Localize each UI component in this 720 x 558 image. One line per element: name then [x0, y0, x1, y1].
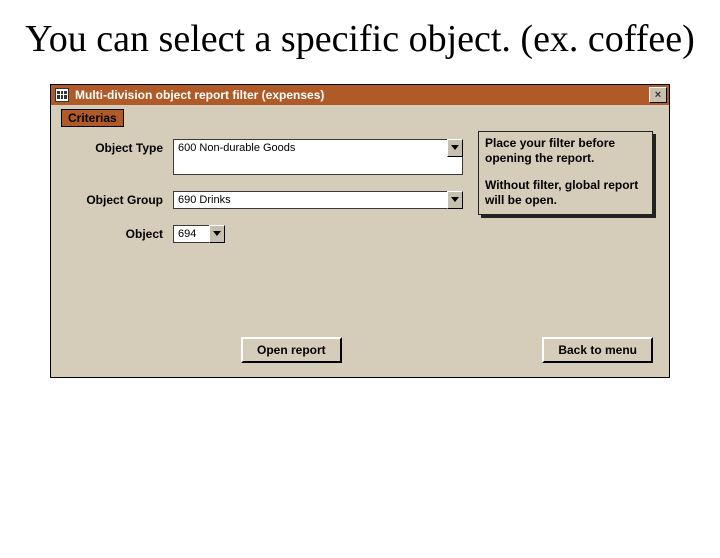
criterias-section-label: Criterias: [61, 109, 124, 127]
object-group-combo[interactable]: 690 Drinks: [173, 191, 463, 209]
object-group-dropdown-arrow[interactable]: [447, 191, 463, 209]
object-type-dropdown-arrow[interactable]: [447, 139, 463, 157]
object-label: Object: [61, 225, 173, 241]
object-group-label: Object Group: [61, 191, 173, 207]
close-button[interactable]: ×: [649, 87, 667, 103]
open-report-button[interactable]: Open report: [241, 337, 342, 363]
dialog-body: Criterias Object Type 600 Non-durable Go…: [51, 105, 669, 377]
back-to-menu-button[interactable]: Back to menu: [542, 337, 653, 363]
object-dropdown-arrow[interactable]: [209, 225, 225, 243]
dialog-window: Multi-division object report filter (exp…: [50, 84, 670, 378]
object-type-value: 600 Non-durable Goods: [178, 142, 295, 154]
chevron-down-icon: [213, 231, 221, 236]
slide-title: You can select a specific object. (ex. c…: [20, 18, 700, 62]
window-title: Multi-division object report filter (exp…: [75, 88, 324, 102]
info-line-2: Without filter, global report will be op…: [485, 178, 646, 208]
chevron-down-icon: [451, 145, 459, 150]
window-sys-icon: [55, 88, 69, 102]
close-icon: ×: [655, 89, 661, 101]
object-type-combo[interactable]: 600 Non-durable Goods: [173, 139, 463, 175]
object-type-label: Object Type: [61, 139, 173, 155]
info-line-1: Place your filter before opening the rep…: [485, 136, 646, 166]
titlebar: Multi-division object report filter (exp…: [51, 85, 669, 105]
info-box: Place your filter before opening the rep…: [478, 131, 653, 215]
object-combo[interactable]: 694: [173, 225, 225, 243]
object-group-value: 690 Drinks: [178, 194, 231, 206]
object-value: 694: [178, 228, 196, 240]
chevron-down-icon: [451, 197, 459, 202]
